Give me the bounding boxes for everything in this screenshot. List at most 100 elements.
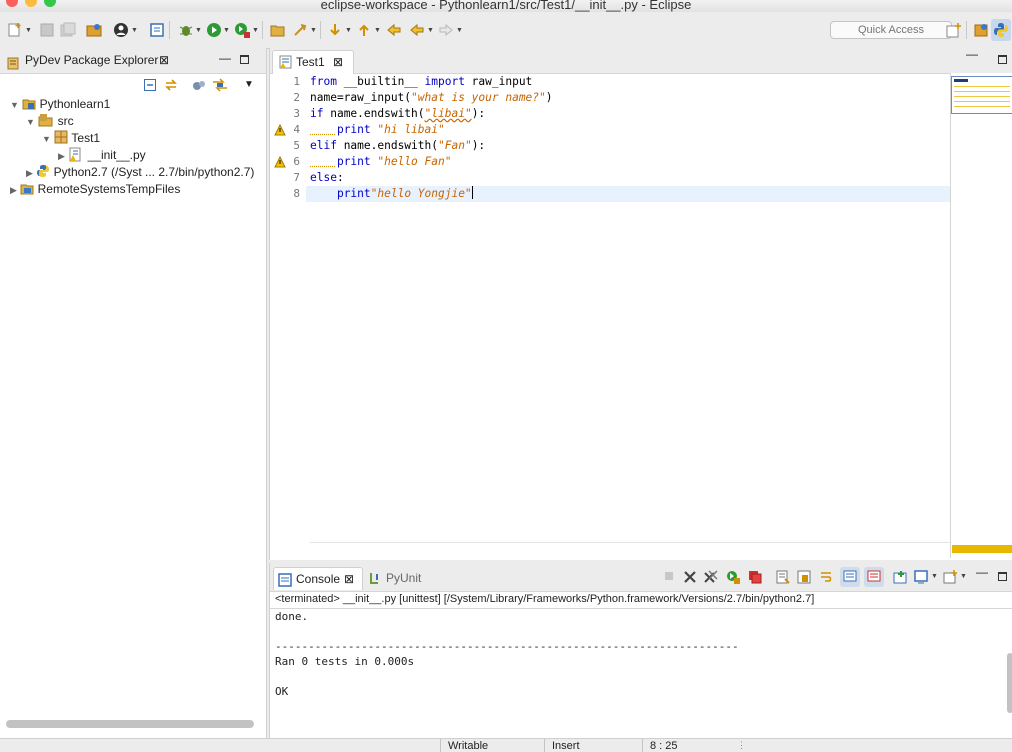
status-grip-icon[interactable]: ⋮ [737, 740, 746, 751]
pydev-perspective-icon[interactable] [991, 19, 1011, 41]
tree-item-init-file[interactable]: ▶ __init__.py [58, 147, 146, 164]
show-console-on-output-icon[interactable] [840, 567, 860, 587]
quick-access-input[interactable] [830, 21, 952, 39]
minimap-panel[interactable] [950, 73, 1012, 558]
editor-horizontal-scroll-track[interactable] [310, 542, 950, 543]
collapse-all-icon[interactable] [144, 79, 156, 91]
explorer-title[interactable]: PyDev Package Explorer [25, 48, 158, 73]
next-annotation-icon[interactable] [326, 21, 344, 39]
code-line-8[interactable]: print"hello Yongjie" [310, 186, 473, 202]
minimize-view-icon[interactable]: — [219, 46, 231, 71]
tab-console[interactable]: Console ⊠ [273, 567, 363, 590]
expanded-twisty-icon[interactable]: ▼ [42, 134, 51, 144]
tree-item-src[interactable]: ▼ src [26, 113, 74, 130]
tree-item-project[interactable]: ▼ Pythonlearn1 [10, 96, 110, 113]
remove-all-terminated-icon[interactable] [704, 570, 718, 584]
back-dropdown-icon[interactable]: ▼ [427, 27, 434, 34]
minimize-editor-icon[interactable]: — [966, 47, 978, 61]
code-line-1[interactable]: from __builtin__ import raw_input [310, 74, 532, 90]
code-line-6[interactable]: print "hello Fan" [310, 154, 451, 170]
window-title-bar: eclipse-workspace - Pythonlearn1/src/Tes… [0, 0, 1012, 12]
minimize-console-icon[interactable]: — [976, 565, 988, 579]
run-icon[interactable] [205, 21, 223, 39]
close-explorer-icon[interactable]: ⊠ [159, 48, 169, 73]
tree-item-label: src [58, 114, 74, 128]
save-all-icon[interactable] [59, 21, 77, 39]
explorer-tab-bar: PyDev Package Explorer ⊠ — [0, 48, 266, 74]
remove-launch-icon[interactable] [683, 570, 697, 584]
stop-all-icon[interactable] [748, 570, 762, 584]
new-file-icon[interactable] [6, 21, 24, 39]
code-line-5[interactable]: elif name.endswith("Fan"): [310, 138, 485, 154]
editor-tab-test1[interactable]: Test1 ⊠ [272, 50, 354, 74]
open-console-icon[interactable] [943, 570, 957, 584]
clear-console-icon[interactable] [776, 570, 790, 584]
debug-dropdown-icon[interactable]: ▼ [195, 27, 202, 34]
new-dropdown-icon[interactable]: ▼ [25, 27, 32, 34]
open-task-icon[interactable] [291, 21, 309, 39]
console-output-line: ----------------------------------------… [275, 639, 739, 654]
tree-item-remote-systems[interactable]: ▶ RemoteSystemsTempFiles [10, 181, 180, 198]
display-console-dropdown-icon[interactable]: ▼ [931, 573, 938, 580]
maximize-console-icon[interactable] [998, 572, 1007, 581]
explorer-horizontal-scrollbar[interactable] [6, 720, 254, 728]
open-console-dropdown-icon[interactable]: ▼ [960, 573, 967, 580]
console-view-icon[interactable] [148, 21, 166, 39]
save-icon[interactable] [38, 21, 56, 39]
maximize-view-icon[interactable] [240, 55, 249, 64]
window-title: eclipse-workspace - Pythonlearn1/src/Tes… [0, 0, 1012, 12]
collapsed-twisty-icon[interactable]: ▶ [58, 151, 65, 161]
collapsed-twisty-icon[interactable]: ▶ [26, 168, 33, 178]
filter-icon[interactable] [192, 79, 206, 92]
view-menu-icon[interactable]: ▼ [244, 79, 254, 90]
console-output-line: Ran 0 tests in 0.000s [275, 654, 414, 669]
scroll-lock-icon[interactable] [797, 570, 811, 584]
maximize-editor-icon[interactable] [998, 55, 1007, 64]
code-line-2[interactable]: name=raw_input("what is your name?") [310, 90, 553, 106]
view-menu-sync-icon[interactable] [212, 78, 228, 92]
console-vertical-scrollbar[interactable] [1007, 653, 1012, 713]
user-dropdown-icon[interactable]: ▼ [131, 27, 138, 34]
overview-ruler-marker[interactable] [952, 545, 1012, 553]
display-selected-console-icon[interactable] [914, 570, 928, 584]
code-line-3[interactable]: if name.endswith("libai"): [310, 106, 485, 122]
toolbar-separator [966, 21, 967, 39]
external-tools-dropdown-icon[interactable]: ▼ [252, 27, 259, 34]
terminate-icon[interactable] [662, 570, 676, 584]
collapsed-twisty-icon[interactable]: ▶ [10, 185, 17, 195]
tree-item-interpreter[interactable]: ▶ Python2.7 (/Syst ... 2.7/bin/python2.7… [26, 164, 254, 181]
java-perspective-icon[interactable] [972, 21, 990, 39]
minimap-viewport[interactable] [951, 76, 1012, 114]
previous-annotation-dropdown-icon[interactable]: ▼ [374, 27, 381, 34]
show-console-on-error-icon[interactable] [864, 567, 884, 587]
open-perspective-button-icon[interactable] [945, 21, 963, 39]
expanded-twisty-icon[interactable]: ▼ [26, 117, 35, 127]
editor-tab-bar: Test1 ⊠ — [270, 48, 1012, 74]
code-line-4[interactable]: print "hi libai" [310, 122, 445, 138]
last-edit-location-icon[interactable] [385, 21, 403, 39]
close-console-icon[interactable]: ⊠ [344, 568, 354, 590]
open-folder-icon[interactable] [269, 21, 287, 39]
forward-dropdown-icon[interactable]: ▼ [456, 27, 463, 34]
tree-item-package[interactable]: ▼ Test1 [42, 130, 100, 147]
debug-icon[interactable] [177, 21, 195, 39]
expanded-twisty-icon[interactable]: ▼ [10, 100, 19, 110]
tab-pyunit[interactable]: PyUnit [368, 567, 428, 589]
code-line-7[interactable]: else: [310, 170, 344, 186]
minimap-line [954, 91, 1010, 92]
next-annotation-dropdown-icon[interactable]: ▼ [345, 27, 352, 34]
relaunch-icon[interactable] [726, 570, 740, 584]
link-with-editor-icon[interactable] [164, 78, 178, 92]
open-task-dropdown-icon[interactable]: ▼ [310, 27, 317, 34]
back-icon[interactable] [408, 21, 426, 39]
close-tab-icon[interactable]: ⊠ [333, 51, 343, 74]
previous-annotation-icon[interactable] [355, 21, 373, 39]
open-perspective-icon[interactable] [85, 21, 103, 39]
minimap-line [954, 96, 1010, 97]
user-icon[interactable] [112, 21, 130, 39]
forward-icon[interactable] [437, 21, 455, 39]
run-dropdown-icon[interactable]: ▼ [223, 27, 230, 34]
word-wrap-icon[interactable] [819, 570, 833, 584]
pin-console-icon[interactable] [893, 570, 907, 584]
run-external-tools-icon[interactable] [233, 21, 251, 39]
